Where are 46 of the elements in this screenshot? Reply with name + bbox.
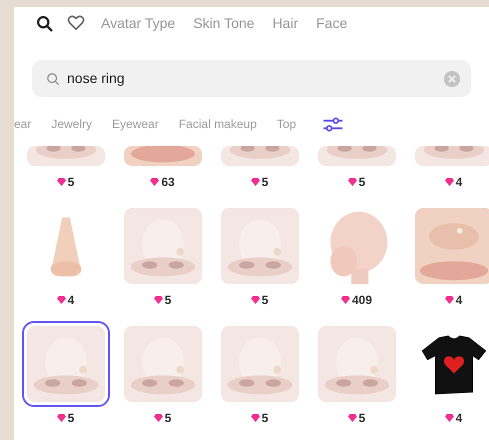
gem-icon	[250, 414, 260, 422]
gem-icon	[56, 414, 66, 422]
category-tab[interactable]: Facial makeup	[178, 115, 257, 133]
gem-icon	[56, 178, 66, 186]
gem-icon	[150, 178, 160, 186]
heart-icon[interactable]	[67, 15, 85, 31]
tab[interactable]: Face	[316, 12, 348, 34]
price: 5	[164, 410, 172, 427]
price: 5	[262, 174, 268, 191]
price: 409	[352, 292, 372, 309]
price: 5	[358, 410, 366, 427]
price: 5	[164, 292, 172, 309]
price: 4	[456, 410, 462, 427]
filter-icon[interactable]	[322, 116, 344, 132]
category-tab[interactable]: Eyewear	[112, 115, 159, 133]
price: 5	[68, 174, 74, 191]
gem-icon	[56, 296, 66, 304]
search-field[interactable]: nose ring	[67, 68, 443, 89]
clear-icon[interactable]	[443, 70, 461, 88]
price: 4	[456, 292, 462, 309]
gem-icon	[154, 296, 163, 304]
search-bar[interactable]: nose ring	[32, 60, 471, 97]
price: 5	[262, 292, 268, 309]
gem-icon	[444, 414, 454, 422]
tab[interactable]: Hair	[272, 12, 298, 34]
price: 5	[68, 410, 74, 427]
gem-icon	[250, 296, 260, 304]
category-tab[interactable]: Top	[276, 115, 296, 133]
gem-icon	[340, 296, 350, 304]
search-icon	[46, 72, 60, 86]
gem-icon	[250, 178, 260, 186]
tab[interactable]: Avatar Type	[101, 12, 176, 34]
search-icon[interactable]	[36, 14, 53, 32]
tab[interactable]: Skin Tone	[193, 12, 254, 34]
price: 4	[68, 292, 74, 309]
gem-icon	[348, 178, 357, 186]
price: 5	[358, 174, 366, 191]
gem-icon	[154, 414, 163, 422]
price: 5	[262, 410, 268, 427]
category-tab[interactable]: Jewelry	[51, 115, 92, 133]
category-tab[interactable]: ear	[14, 115, 32, 133]
gem-icon	[444, 296, 454, 304]
price: 4	[456, 174, 462, 191]
price: 63	[161, 174, 175, 191]
gem-icon	[348, 414, 357, 422]
gem-icon	[444, 178, 454, 186]
